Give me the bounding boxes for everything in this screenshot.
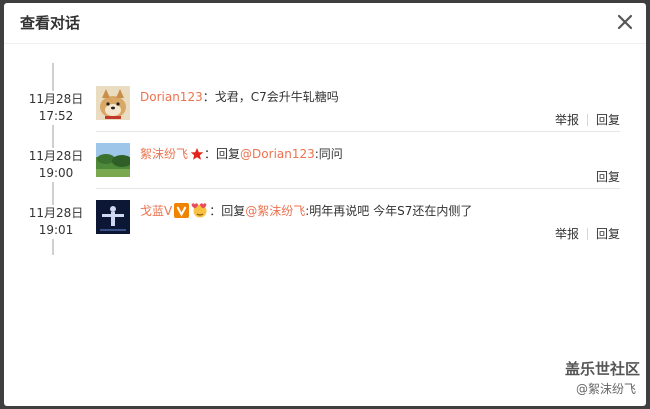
watermark-title: 盖乐世社区 [564, 360, 640, 378]
username-link[interactable]: Dorian123 [140, 90, 203, 104]
timestamp-time: 17:52 [38, 109, 74, 123]
timestamp-date: 11月28日 [28, 206, 84, 220]
entry-actions: 举报 回复 [555, 225, 620, 242]
mention-link[interactable]: @Dorian123 [240, 147, 315, 161]
timestamp-time: 19:00 [38, 166, 74, 180]
avatar[interactable] [96, 143, 130, 177]
avatar[interactable] [96, 200, 130, 234]
reply-button[interactable]: 回复 [596, 170, 620, 184]
close-icon[interactable] [616, 13, 634, 31]
vip-v-icon [174, 203, 190, 222]
dialog-title: 查看对话 [20, 14, 81, 32]
timestamp: 11月28日 19:01 [26, 205, 86, 239]
action-divider [586, 114, 588, 126]
entry-divider [96, 131, 620, 132]
timestamp-date: 11月28日 [28, 92, 84, 106]
comment-text: 絮沫纷飞 ：回复@Dorian123:同问 [140, 146, 343, 165]
separator: ： [209, 204, 222, 218]
report-button[interactable]: 举报 [555, 113, 579, 127]
red-star-icon [190, 147, 204, 165]
separator: ： [202, 90, 215, 104]
reply-prefix: 回复 [216, 147, 241, 161]
heart-face-icon [191, 203, 209, 222]
report-button[interactable]: 举报 [555, 227, 579, 241]
timestamp-date: 11月28日 [28, 149, 84, 163]
avatar[interactable] [96, 86, 130, 120]
mention-link[interactable]: @絮沫纷飞 [245, 204, 305, 218]
timestamp: 11月28日 17:52 [26, 91, 86, 125]
timestamp: 11月28日 19:00 [26, 148, 86, 182]
separator: ： [204, 147, 217, 161]
comment-text: 戈蓝V ：回复@絮沫纷飞:明年再说吧 今年S7还在内侧了 [140, 203, 472, 222]
watermark-handle: @絮沫纷飞 [575, 382, 636, 396]
entry-divider [96, 188, 620, 189]
entry-actions: 举报 回复 [555, 111, 620, 128]
message-text: :明年再说吧 今年S7还在内侧了 [305, 204, 473, 218]
conversation-dialog: 查看对话 11月28日 17:52 Dorian123：戈君，C7会升牛轧糖吗 … [4, 3, 646, 406]
username-link[interactable]: 戈蓝V [140, 204, 172, 218]
comment-text: Dorian123：戈君，C7会升牛轧糖吗 [140, 89, 339, 105]
message-text: :同问 [314, 147, 343, 161]
reply-prefix: 回复 [221, 204, 246, 218]
username-link[interactable]: 絮沫纷飞 [140, 147, 188, 161]
entry-actions: 回复 [596, 168, 620, 185]
message-text: 戈君，C7会升牛轧糖吗 [214, 90, 339, 104]
reply-button[interactable]: 回复 [596, 227, 620, 241]
action-divider [586, 228, 588, 240]
timestamp-time: 19:01 [38, 223, 74, 237]
title-divider [4, 43, 646, 44]
reply-button[interactable]: 回复 [596, 113, 620, 127]
